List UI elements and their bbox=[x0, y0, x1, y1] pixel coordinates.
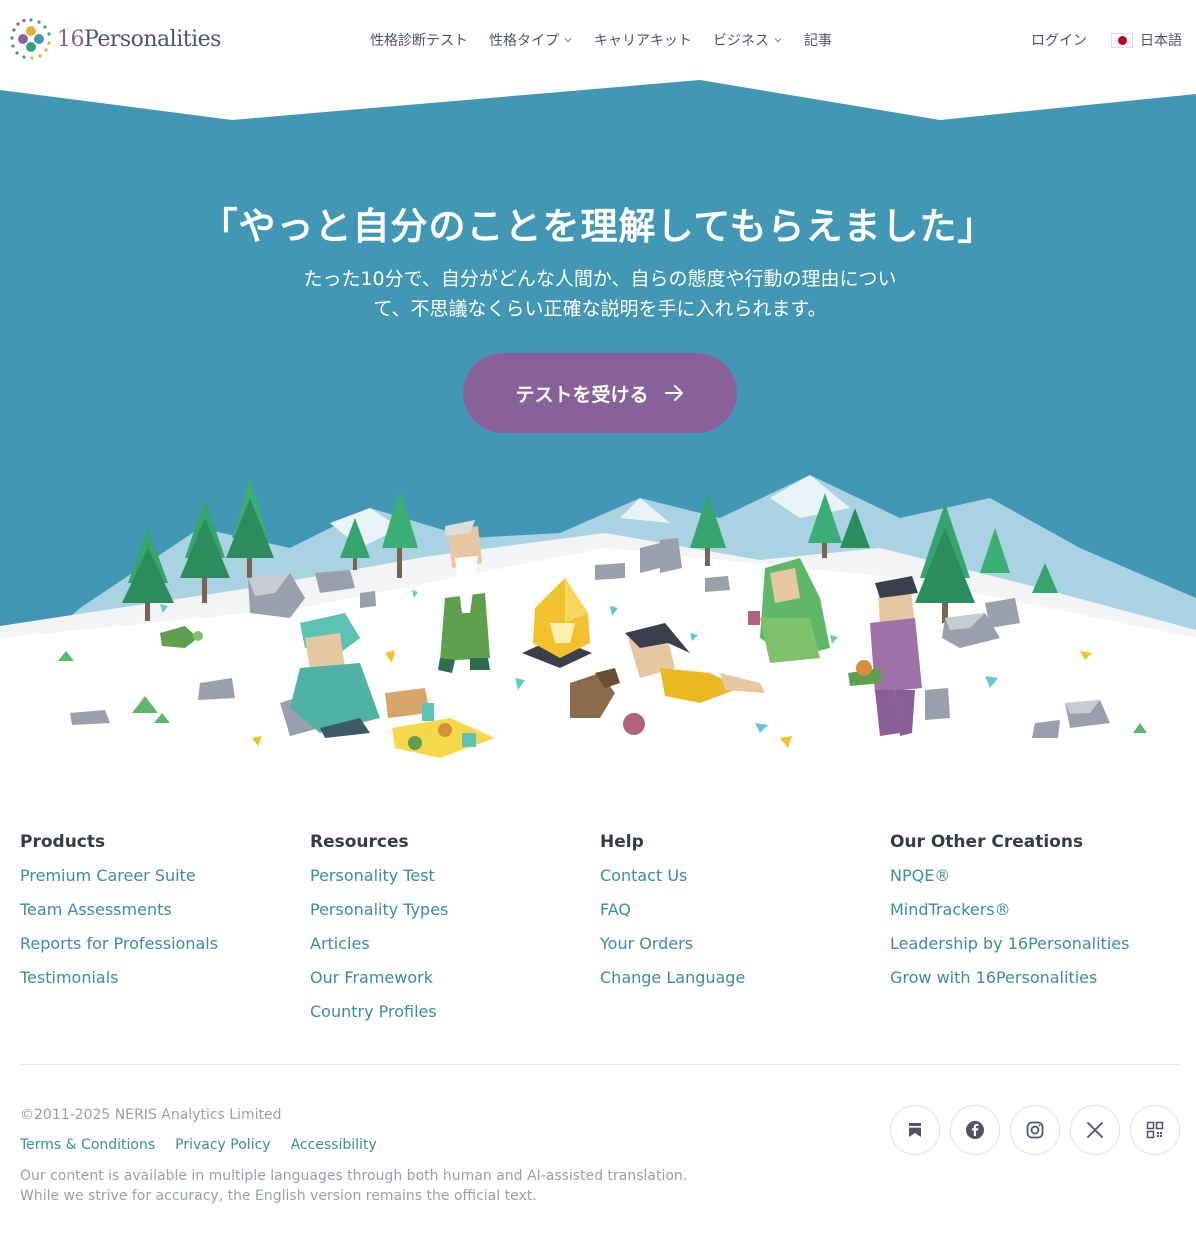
nav-label: 性格診断テスト bbox=[370, 33, 468, 49]
hero-subtitle: たった10分で、自分がどんな人間か、自らの態度や行動の理由について、不思議なくら… bbox=[303, 268, 897, 320]
footer-link[interactable]: Articles bbox=[310, 933, 600, 954]
x-button[interactable] bbox=[1070, 1105, 1120, 1155]
footer-link[interactable]: Country Profiles bbox=[310, 1001, 600, 1022]
footer-links: Products Premium Career Suite Team Asses… bbox=[20, 832, 1180, 1035]
footer-heading: Resources bbox=[310, 832, 409, 852]
nav-label: 性格タイプ bbox=[489, 33, 559, 49]
site-header: 16Personalities 性格診断テスト 性格タイプ キャリアキット ビジ… bbox=[0, 0, 1196, 80]
accessibility-link[interactable]: Accessibility bbox=[291, 1137, 377, 1153]
copyright: ©2011-2025 NERIS Analytics Limited bbox=[20, 1107, 282, 1123]
footer-link[interactable]: Personality Types bbox=[310, 899, 600, 920]
footer-link[interactable]: Grow with 16Personalities bbox=[890, 967, 1180, 988]
facebook-button[interactable] bbox=[950, 1105, 1000, 1155]
japan-flag-icon bbox=[1111, 32, 1133, 48]
nav-label: ビジネス bbox=[713, 33, 769, 49]
footer-link[interactable]: Team Assessments bbox=[20, 899, 310, 920]
footer-col-resources: Resources Personality Test Personality T… bbox=[310, 832, 600, 1035]
nav-personality-types[interactable]: 性格タイプ bbox=[489, 30, 573, 50]
header-actions: ログイン 日本語 bbox=[1031, 30, 1182, 50]
login-link[interactable]: ログイン bbox=[1031, 30, 1087, 50]
nav-label: キャリアキット bbox=[594, 33, 692, 49]
footer-col-help: Help Contact Us FAQ Your Orders Change L… bbox=[600, 832, 890, 1035]
bookmark-button[interactable] bbox=[890, 1105, 940, 1155]
footer-link[interactable]: Contact Us bbox=[600, 865, 890, 886]
hero-title: 「やっと自分のことを理解してもらえました」 bbox=[200, 205, 996, 248]
logo-icon bbox=[10, 18, 51, 60]
qr-code-button[interactable] bbox=[1130, 1105, 1180, 1155]
arrow-right-icon bbox=[664, 385, 683, 401]
terms-link[interactable]: Terms & Conditions bbox=[20, 1137, 155, 1153]
bookmark-icon bbox=[909, 1123, 921, 1137]
take-test-button[interactable]: テストを受ける bbox=[463, 353, 737, 433]
footer-col-other-creations: Our Other Creations NPQE® MindTrackers® … bbox=[890, 832, 1180, 1035]
footer-link[interactable]: Personality Test bbox=[310, 865, 600, 886]
footer-heading: Our Other Creations bbox=[890, 832, 1084, 852]
language-label: 日本語 bbox=[1140, 33, 1182, 49]
legal-links: Terms & Conditions Privacy Policy Access… bbox=[20, 1137, 377, 1153]
logo-text: 16Personalities bbox=[57, 26, 221, 52]
footer-link[interactable]: Your Orders bbox=[600, 933, 890, 954]
privacy-link[interactable]: Privacy Policy bbox=[175, 1137, 270, 1153]
footer-link[interactable]: Our Framework bbox=[310, 967, 600, 988]
x-icon bbox=[1087, 1122, 1103, 1138]
social-links bbox=[890, 1105, 1180, 1155]
footer-link[interactable]: Change Language bbox=[600, 967, 890, 988]
footer-divider bbox=[20, 1064, 1180, 1065]
language-selector[interactable]: 日本語 bbox=[1111, 30, 1182, 50]
footer-link[interactable]: NPQE® bbox=[890, 865, 1180, 886]
footer-col-products: Products Premium Career Suite Team Asses… bbox=[20, 832, 310, 1035]
footer-link[interactable]: Reports for Professionals bbox=[20, 933, 310, 954]
qr-code-icon bbox=[1146, 1121, 1164, 1139]
nav-business[interactable]: ビジネス bbox=[713, 30, 783, 50]
translation-disclaimer: Our content is available in multiple lan… bbox=[20, 1168, 688, 1204]
nav-articles[interactable]: 記事 bbox=[804, 30, 832, 50]
main-nav: 性格診断テスト 性格タイプ キャリアキット ビジネス 記事 bbox=[370, 30, 832, 50]
logo[interactable]: 16Personalities bbox=[9, 17, 221, 61]
footer-link[interactable]: Testimonials bbox=[20, 967, 310, 988]
footer-link[interactable]: Leadership by 16Personalities bbox=[890, 933, 1180, 954]
hero-section: 「やっと自分のことを理解してもらえました」 たった10分で、自分がどんな人間か、… bbox=[0, 78, 1196, 780]
footer-link[interactable]: Premium Career Suite bbox=[20, 865, 310, 886]
chevron-down-icon bbox=[774, 38, 782, 43]
chevron-down-icon bbox=[564, 38, 572, 43]
instagram-icon bbox=[1026, 1121, 1044, 1139]
nav-career-kit[interactable]: キャリアキット bbox=[594, 30, 692, 50]
nav-label: 記事 bbox=[804, 33, 832, 49]
nav-personality-test[interactable]: 性格診断テスト bbox=[370, 30, 468, 50]
take-test-label: テストを受ける bbox=[515, 384, 649, 406]
instagram-button[interactable] bbox=[1010, 1105, 1060, 1155]
footer-link[interactable]: FAQ bbox=[600, 899, 890, 920]
facebook-icon bbox=[966, 1121, 984, 1139]
footer-heading: Help bbox=[600, 832, 644, 852]
footer-heading: Products bbox=[20, 832, 106, 852]
footer-link[interactable]: MindTrackers® bbox=[890, 899, 1180, 920]
